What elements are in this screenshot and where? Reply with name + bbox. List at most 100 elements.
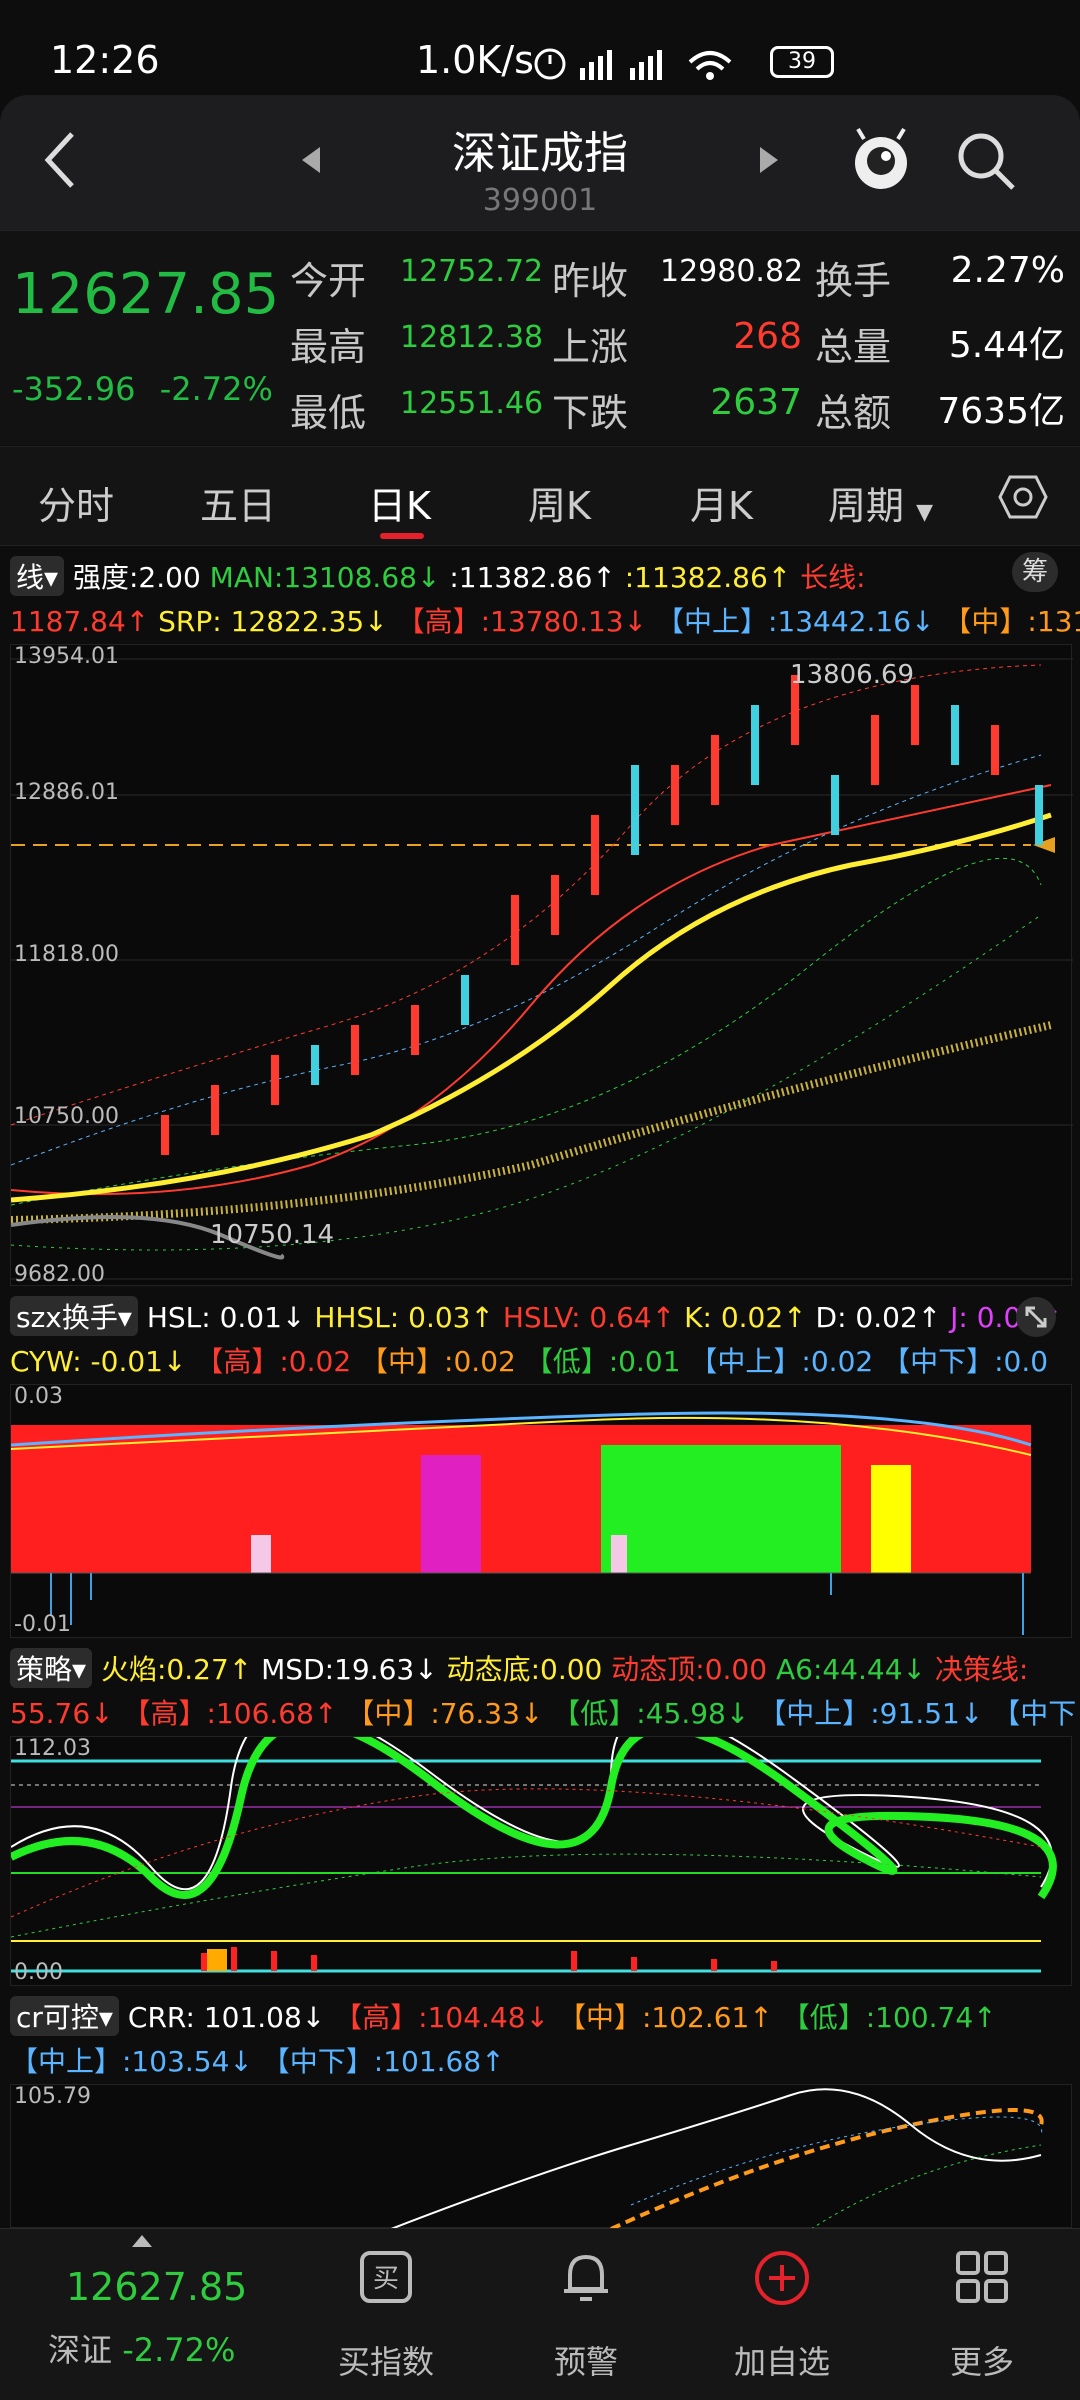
szx-mid-value: 【中】:0.02 bbox=[360, 1345, 516, 1378]
szx-high-value: 【高】:0.02 bbox=[195, 1345, 352, 1378]
chip-toggle-button[interactable]: 筹 bbox=[1012, 552, 1058, 592]
ytick-3: 11818.00 bbox=[14, 942, 119, 967]
amount-label: 总额 bbox=[815, 391, 892, 435]
szx-low-value: 【低】:0.01 bbox=[524, 1345, 681, 1378]
ma3-value: :11382.86↑ bbox=[624, 561, 792, 594]
alert-label: 预警 bbox=[553, 2343, 618, 2381]
page-title: 深证成指 bbox=[452, 128, 628, 179]
bell-icon bbox=[564, 2254, 608, 2301]
tab-daily-k[interactable]: 日K bbox=[368, 475, 431, 530]
mascot-icon[interactable] bbox=[850, 125, 912, 195]
strategy-mid-value: 【中】:76.33↓ bbox=[346, 1697, 544, 1730]
tab-weekly-k[interactable]: 周K bbox=[528, 475, 591, 530]
grid-icon bbox=[956, 2251, 1008, 2303]
ytick-4: 10750.00 bbox=[14, 1104, 119, 1129]
buy-index-button[interactable]: 买 买指数 bbox=[316, 2249, 456, 2381]
volume-label: 总量 bbox=[815, 325, 892, 369]
indicator-selector[interactable]: 线▾ bbox=[10, 556, 65, 596]
bottom-index-summary[interactable]: 深证 -2.72% bbox=[48, 2325, 235, 2371]
kline-chart[interactable] bbox=[10, 644, 1073, 1286]
cr-ytick-1: 105.79 bbox=[14, 2084, 91, 2109]
turnover-label: 换手 bbox=[815, 259, 892, 303]
indicator-selector-label: 线 bbox=[16, 561, 45, 594]
open-value: 12752.72 bbox=[400, 254, 544, 289]
hslv-value: HSLV: 0.64↑ bbox=[502, 1301, 676, 1334]
next-stock-icon[interactable] bbox=[758, 145, 780, 175]
low-label: 最低 bbox=[290, 391, 367, 435]
k-value: K: 0.02↑ bbox=[684, 1301, 807, 1334]
amount-value: 7635亿 bbox=[937, 391, 1065, 432]
long-line-label: 长线: bbox=[800, 561, 866, 594]
man-value: MAN:13108.68↓ bbox=[209, 561, 441, 594]
volume-value: 5.44亿 bbox=[948, 325, 1065, 366]
srp-value: SRP: 12822.35↓ bbox=[158, 605, 388, 638]
period-tabs: 分时 五日 日K 周K 月K 周期 ▼ bbox=[0, 446, 1080, 546]
strategy-indicator-line1: 策略▾ 火焰:0.27↑ MSD:19.63↓ 动态底:0.00 动态顶:0.0… bbox=[10, 1648, 1028, 1688]
tab-five-day[interactable]: 五日 bbox=[200, 475, 276, 530]
settings-icon[interactable] bbox=[998, 473, 1048, 521]
candles bbox=[161, 675, 1043, 1155]
add-watchlist-label: 加自选 bbox=[733, 2343, 830, 2381]
cyw-value: CYW: -0.01↓ bbox=[10, 1345, 187, 1378]
strategy-lower-mid-value: 【中下 bbox=[992, 1697, 1077, 1730]
ytick-1: 13954.01 bbox=[14, 644, 119, 669]
strategy-indicator-line2: 55.76↓ 【高】:106.68↑ 【中】:76.33↓ 【低】:45.98↓… bbox=[10, 1692, 1076, 1732]
cr-selector-label: cr可控 bbox=[16, 2001, 99, 2034]
cr-high-value: 【高】:104.48↓ bbox=[334, 2001, 550, 2034]
prev-close-value: 12980.82 bbox=[660, 254, 804, 289]
buy-icon: 买 bbox=[360, 2251, 412, 2303]
strategy-low-value: 【低】:45.98↓ bbox=[552, 1697, 750, 1730]
kline-svg bbox=[10, 658, 1073, 1280]
status-time: 12:26 bbox=[50, 38, 160, 82]
strategy-svg bbox=[9, 1707, 1057, 1973]
open-label: 今开 bbox=[290, 259, 367, 303]
current-price: 12627.85 bbox=[12, 262, 280, 327]
strategy-selector-label: 策略 bbox=[16, 1653, 73, 1686]
tab-intraday[interactable]: 分时 bbox=[38, 475, 114, 530]
hhsl-value: HHSL: 0.03↑ bbox=[314, 1301, 494, 1334]
decision-line-value: 55.76↓ bbox=[10, 1697, 114, 1730]
alert-button[interactable]: 预警 bbox=[516, 2249, 656, 2381]
szx-ytick-2: -0.01 bbox=[14, 1612, 71, 1637]
msd-value: MSD:19.63↓ bbox=[261, 1653, 438, 1686]
strategy-ytick-2: 0.00 bbox=[14, 1960, 63, 1985]
strategy-ytick-1: 112.03 bbox=[14, 1736, 91, 1761]
rise-count-value: 268 bbox=[733, 316, 802, 357]
battery-indicator: 39 bbox=[770, 46, 834, 78]
szx-chart[interactable] bbox=[10, 1384, 1072, 1638]
peak-label: 13806.69 bbox=[790, 660, 915, 690]
ma2-value: :11382.86↑ bbox=[449, 561, 616, 594]
strength-value: 强度:2.00 bbox=[72, 561, 201, 594]
cr-chart[interactable] bbox=[10, 2084, 1072, 2231]
high-value: 12812.38 bbox=[400, 320, 544, 355]
strategy-chart[interactable] bbox=[9, 1707, 1072, 1986]
flame-value: 火焰:0.27↑ bbox=[100, 1653, 253, 1686]
szx-indicator-line2: CYW: -0.01↓ 【高】:0.02 【中】:0.02 【低】:0.01 【… bbox=[10, 1340, 1048, 1380]
szx-selector[interactable]: szx换手▾ bbox=[10, 1296, 138, 1336]
search-icon[interactable] bbox=[955, 130, 1019, 194]
main-indicator-line2: 1187.84↑ SRP: 12822.35↓ 【高】:13780.13↓ 【中… bbox=[10, 600, 1080, 640]
add-watchlist-button[interactable]: 加自选 bbox=[712, 2249, 852, 2381]
change-value: -352.96 bbox=[12, 370, 136, 408]
cr-svg bbox=[390, 2088, 1044, 2231]
strategy-selector[interactable]: 策略▾ bbox=[10, 1648, 93, 1688]
a6-value: A6:44.44↓ bbox=[775, 1653, 926, 1686]
main-indicator-line1: 线▾ 强度:2.00 MAN:13108.68↓ :11382.86↑ :113… bbox=[10, 556, 866, 596]
mid-band-value: 【中】:13104 bbox=[943, 605, 1080, 638]
active-tab-indicator bbox=[380, 533, 424, 539]
cr-low-value: 【低】:100.74↑ bbox=[781, 2001, 997, 2034]
tab-period-label: 周期 bbox=[828, 484, 905, 528]
long-line-value: 1187.84↑ bbox=[10, 605, 150, 638]
cr-selector[interactable]: cr可控▾ bbox=[10, 1996, 119, 2036]
bottom-price: 12627.85 bbox=[66, 2265, 248, 2309]
bottom-index-name: 深证 bbox=[48, 2331, 113, 2369]
dyn-top-value: 动态顶:0.00 bbox=[611, 1653, 768, 1686]
tab-period[interactable]: 周期 ▼ bbox=[828, 475, 933, 530]
caret-up-icon bbox=[132, 2235, 152, 2247]
tab-monthly-k[interactable]: 月K bbox=[690, 475, 753, 530]
more-button[interactable]: 更多 bbox=[912, 2249, 1052, 2381]
high-label: 最高 bbox=[290, 325, 367, 369]
hsl-value: HSL: 0.01↓ bbox=[146, 1301, 306, 1334]
d-value: D: 0.02↑ bbox=[815, 1301, 942, 1334]
expand-icon[interactable] bbox=[1015, 1296, 1057, 1338]
